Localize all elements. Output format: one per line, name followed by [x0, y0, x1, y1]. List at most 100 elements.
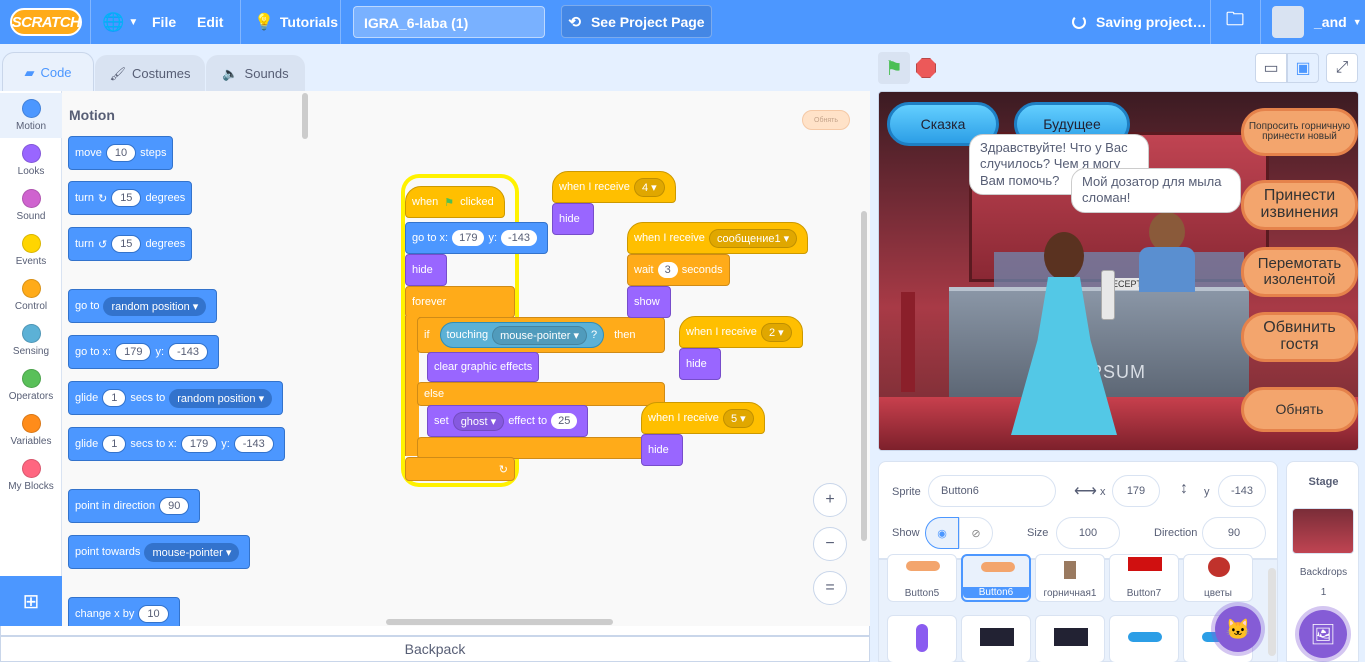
- category-sensing[interactable]: Sensing: [0, 318, 62, 363]
- category-events[interactable]: Events: [0, 228, 62, 273]
- block-when-i-receive-4[interactable]: when I receive 4 ▾: [552, 171, 676, 203]
- block-glide-xy[interactable]: glide 1 secs to x: 179 y: -143: [68, 427, 285, 461]
- block-dropdown[interactable]: ghost ▾: [452, 411, 505, 431]
- small-stage-button[interactable]: ▭: [1255, 53, 1287, 83]
- sprite-list-scrollbar[interactable]: [1268, 568, 1276, 656]
- block-dropdown[interactable]: 4 ▾: [633, 177, 665, 197]
- category-operators[interactable]: Operators: [0, 363, 62, 408]
- block-else[interactable]: else: [417, 382, 665, 406]
- sprite-tile[interactable]: Button7: [1109, 554, 1179, 602]
- zoom-reset-button[interactable]: =: [813, 571, 847, 605]
- palette-scrollbar[interactable]: [302, 93, 308, 139]
- block-input[interactable]: 10: [105, 144, 137, 162]
- block-point-in-direction[interactable]: point in direction 90: [68, 489, 201, 523]
- block-dropdown[interactable]: random position ▾: [103, 296, 207, 316]
- stage-button-hug[interactable]: Обнять: [1241, 387, 1358, 432]
- stage-button-ask-maid[interactable]: Попросить горничную принести новый: [1241, 108, 1358, 156]
- normal-stage-button[interactable]: ▣: [1287, 53, 1319, 83]
- language-menu[interactable]: 🌐 ▼: [102, 0, 138, 44]
- stage-button-tape[interactable]: Перемотать изолентой: [1241, 247, 1358, 297]
- block-touching[interactable]: touching mouse-pointer ▾?: [439, 322, 605, 348]
- block-forever[interactable]: forever: [405, 286, 515, 318]
- stage-canvas[interactable]: IPSUM ECEPTION Сказка Будущее Попросить …: [878, 91, 1359, 451]
- category-my-blocks[interactable]: My Blocks: [0, 453, 62, 498]
- x-input[interactable]: 179: [1112, 475, 1160, 507]
- block-input[interactable]: 179: [115, 343, 152, 361]
- block-input[interactable]: 25: [551, 413, 578, 429]
- block-input[interactable]: 15: [111, 189, 142, 207]
- block-input[interactable]: -143: [168, 343, 209, 361]
- project-title-input[interactable]: IGRA_6-laba (1): [353, 6, 545, 38]
- sprite-tile[interactable]: цветы: [1183, 554, 1253, 602]
- block-point-towards[interactable]: point towards mouse-pointer ▾: [68, 535, 251, 569]
- see-project-page-button[interactable]: ⟲ See Project Page: [561, 5, 712, 38]
- block-go-to[interactable]: go to random position ▾: [68, 289, 218, 323]
- block-go-to-xy[interactable]: go to x: 179 y: -143: [405, 222, 549, 254]
- block-input[interactable]: -143: [501, 230, 538, 246]
- block-input[interactable]: 10: [138, 605, 169, 623]
- vertical-scrollbar[interactable]: [861, 211, 867, 541]
- block-dropdown[interactable]: 5 ▾: [722, 408, 754, 428]
- tab-code[interactable]: ▰ Code: [2, 52, 94, 92]
- block-turn-left[interactable]: turn ↺ 15 degrees: [68, 227, 193, 261]
- backpack[interactable]: Backpack: [0, 636, 870, 662]
- block-hide[interactable]: hide: [405, 254, 447, 286]
- add-extension-button[interactable]: ⊞: [0, 576, 62, 626]
- green-flag-button[interactable]: ⚑: [878, 52, 910, 84]
- fullscreen-button[interactable]: ⤢: [1326, 53, 1358, 83]
- category-motion[interactable]: Motion: [0, 93, 62, 138]
- size-input[interactable]: 100: [1056, 517, 1120, 549]
- tab-sounds[interactable]: 🔈 Sounds: [206, 55, 305, 91]
- stage-button-blame-guest[interactable]: Обвинить гостя: [1241, 312, 1358, 362]
- direction-input[interactable]: 90: [1202, 517, 1266, 549]
- block-input[interactable]: 179: [180, 435, 218, 453]
- add-sprite-button[interactable]: 🐱: [1215, 606, 1261, 652]
- category-looks[interactable]: Looks: [0, 138, 62, 183]
- block-input[interactable]: 15: [111, 235, 142, 253]
- block-hide[interactable]: hide: [641, 434, 683, 466]
- stage-selector[interactable]: Stage Backdrops 1 🖼: [1286, 461, 1359, 662]
- block-input[interactable]: 3: [657, 262, 678, 278]
- block-hide[interactable]: hide: [552, 203, 594, 235]
- stop-button[interactable]: [916, 58, 936, 78]
- tab-costumes[interactable]: 🖌 Costumes: [95, 55, 205, 91]
- sprite-name-input[interactable]: Button6: [928, 475, 1056, 507]
- block-dropdown[interactable]: mouse-pointer ▾: [144, 542, 240, 562]
- block-dropdown[interactable]: сообщение1 ▾: [708, 228, 798, 248]
- block-clear-graphic-effects[interactable]: clear graphic effects: [427, 352, 540, 382]
- block-change-x[interactable]: change x by 10: [68, 597, 180, 626]
- show-hidden-button[interactable]: ⊘: [959, 517, 993, 549]
- sprite-tile[interactable]: Button5: [887, 554, 957, 602]
- block-show[interactable]: show: [627, 286, 671, 318]
- category-sound[interactable]: Sound: [0, 183, 62, 228]
- category-variables[interactable]: Variables: [0, 408, 62, 453]
- block-hide[interactable]: hide: [679, 348, 721, 380]
- block-turn-right[interactable]: turn ↻ 15 degrees: [68, 181, 193, 215]
- tutorials-button[interactable]: 💡 Tutorials: [254, 0, 338, 44]
- category-control[interactable]: Control: [0, 273, 62, 318]
- block-input[interactable]: 90: [159, 497, 190, 515]
- block-input[interactable]: 179: [452, 230, 485, 246]
- sprite-tile[interactable]: [1109, 615, 1179, 662]
- block-when-flag-clicked[interactable]: when ⚑ clicked: [405, 186, 505, 218]
- block-dropdown[interactable]: 2 ▾: [760, 322, 792, 342]
- sprite-tile[interactable]: [1035, 615, 1105, 662]
- edit-menu[interactable]: Edit: [197, 0, 223, 44]
- block-dropdown[interactable]: random position ▾: [169, 388, 273, 408]
- block-input[interactable]: -143: [233, 435, 274, 453]
- add-backdrop-button[interactable]: 🖼: [1299, 610, 1347, 658]
- block-glide[interactable]: glide 1 secs to random position ▾: [68, 381, 284, 415]
- block-if-else[interactable]: if touching mouse-pointer ▾? then: [417, 317, 665, 353]
- script-area[interactable]: Обнять when ⚑ clicked go to x: 179 y: -143 hi…: [311, 91, 870, 626]
- block-when-i-receive-message1[interactable]: when I receive сообщение1 ▾: [627, 222, 809, 254]
- stage-button-apologize[interactable]: Принести извинения: [1241, 180, 1358, 230]
- sprite-tile[interactable]: горничная1: [1035, 554, 1105, 602]
- block-input[interactable]: 1: [102, 389, 127, 407]
- horizontal-scrollbar[interactable]: [386, 619, 613, 625]
- block-set-effect[interactable]: set ghost ▾ effect to 25: [427, 405, 589, 437]
- zoom-out-button[interactable]: −: [813, 527, 847, 561]
- block-go-to-xy[interactable]: go to x: 179 y: -143: [68, 335, 220, 369]
- my-stuff-button[interactable]: 🗀: [1226, 0, 1244, 44]
- file-menu[interactable]: File: [152, 0, 176, 44]
- y-input[interactable]: -143: [1218, 475, 1266, 507]
